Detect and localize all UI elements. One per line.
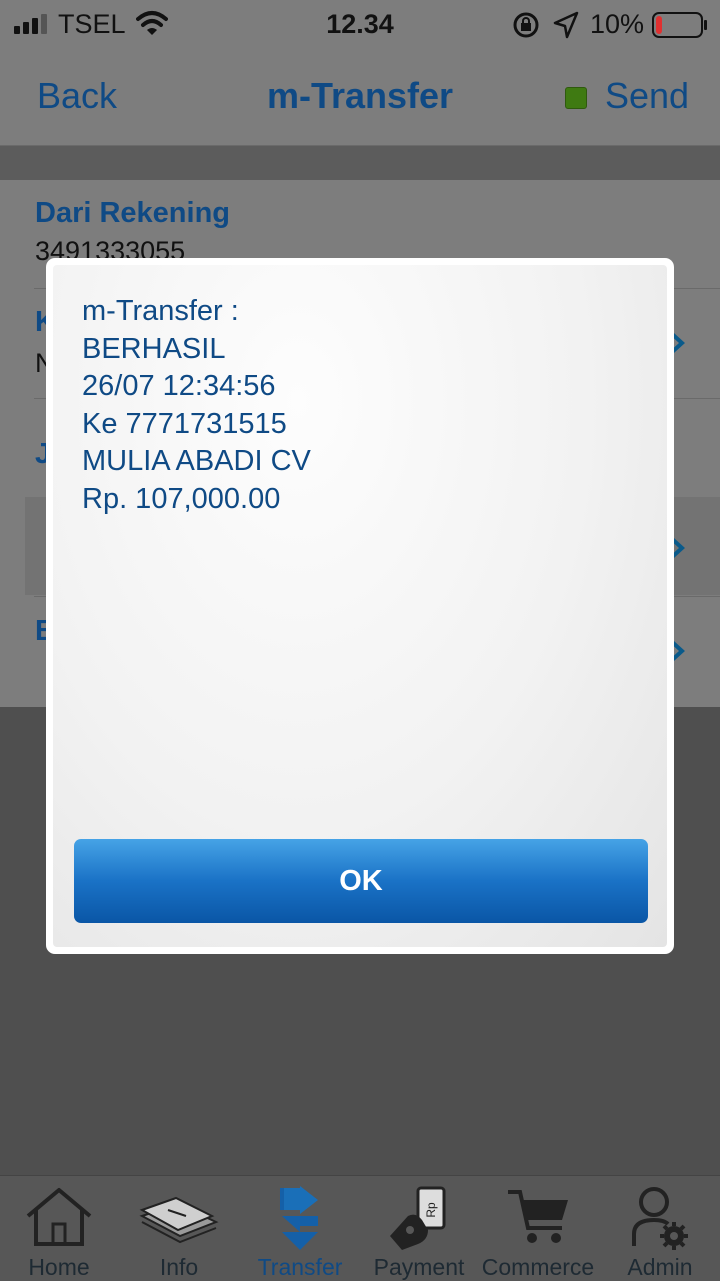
dialog-message: m-Transfer : BERHASIL 26/07 12:34:56 Ke …	[82, 293, 311, 518]
message-line-datetime: 26/07 12:34:56	[82, 370, 276, 402]
message-line-destination: Ke 7771731515	[82, 407, 287, 440]
tab-label: Payment	[373, 1254, 465, 1280]
tab-admin[interactable]: Admin	[600, 1176, 720, 1281]
transfer-result-dialog: m-Transfer : BERHASIL 26/07 12:34:56 Ke …	[46, 258, 674, 954]
connection-status-indicator	[565, 87, 587, 109]
navigation-bar: Back m-Transfer Send	[0, 50, 720, 146]
tab-label: Admin	[627, 1254, 693, 1280]
tab-home[interactable]: Home	[0, 1176, 118, 1281]
payment-hand-icon: Rp	[390, 1186, 446, 1250]
tab-label: Transfer	[257, 1254, 343, 1280]
dialog-body: m-Transfer : BERHASIL 26/07 12:34:56 Ke …	[53, 265, 667, 947]
house-icon	[26, 1188, 92, 1246]
tab-payment[interactable]: Rp Payment	[360, 1176, 478, 1281]
transfer-arrows-icon	[280, 1186, 318, 1250]
tab-label: Commerce	[481, 1254, 595, 1280]
shopping-cart-icon	[508, 1190, 568, 1243]
tab-label: Info	[159, 1254, 199, 1280]
message-line-title: m-Transfer :	[82, 295, 239, 327]
ok-button[interactable]: OK	[74, 839, 648, 923]
send-button[interactable]: Send	[605, 75, 689, 117]
tab-transfer[interactable]: Transfer	[240, 1176, 360, 1281]
svg-text:Rp: Rp	[424, 1202, 438, 1218]
battery-percent: 10%	[590, 9, 645, 39]
section-gap	[0, 146, 720, 180]
tab-label: Home	[28, 1254, 90, 1280]
location-arrow-icon	[553, 11, 579, 39]
source-account-label: Dari Rekening	[35, 197, 230, 229]
status-bar: TSEL 12.34 10%	[0, 0, 720, 50]
message-line-status: BERHASIL	[82, 332, 226, 365]
rotation-lock-icon	[513, 12, 539, 38]
tab-bar: Home Info Transfer Rp Payment Commerce A…	[0, 1175, 720, 1281]
tab-info[interactable]: Info	[120, 1176, 238, 1281]
documents-icon	[139, 1196, 219, 1244]
message-line-recipient: MULIA ABADI CV	[82, 445, 311, 477]
message-line-amount: Rp. 107,000.00	[82, 482, 281, 515]
tab-commerce[interactable]: Commerce	[478, 1176, 598, 1281]
battery-icon	[652, 12, 707, 38]
user-gear-icon	[632, 1187, 688, 1250]
